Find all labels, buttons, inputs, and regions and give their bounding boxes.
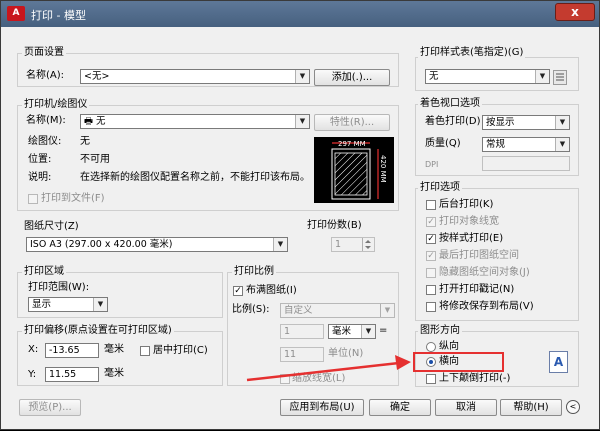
collapse-options-button[interactable]: < bbox=[566, 400, 580, 414]
annotation-arrow bbox=[246, 355, 411, 382]
print-dialog: A 打印 - 模型 x 页面设置 名称(A): <无> ▼ 添加(.)... 打… bbox=[0, 0, 600, 430]
apply-to-layout-button[interactable]: 应用到布局(U) bbox=[280, 399, 364, 416]
help-button[interactable]: 帮助(H) bbox=[500, 399, 562, 416]
cancel-button[interactable]: 取消 bbox=[435, 399, 497, 416]
preview-button[interactable]: 预览(P)... bbox=[19, 399, 81, 416]
ok-button[interactable]: 确定 bbox=[369, 399, 431, 416]
